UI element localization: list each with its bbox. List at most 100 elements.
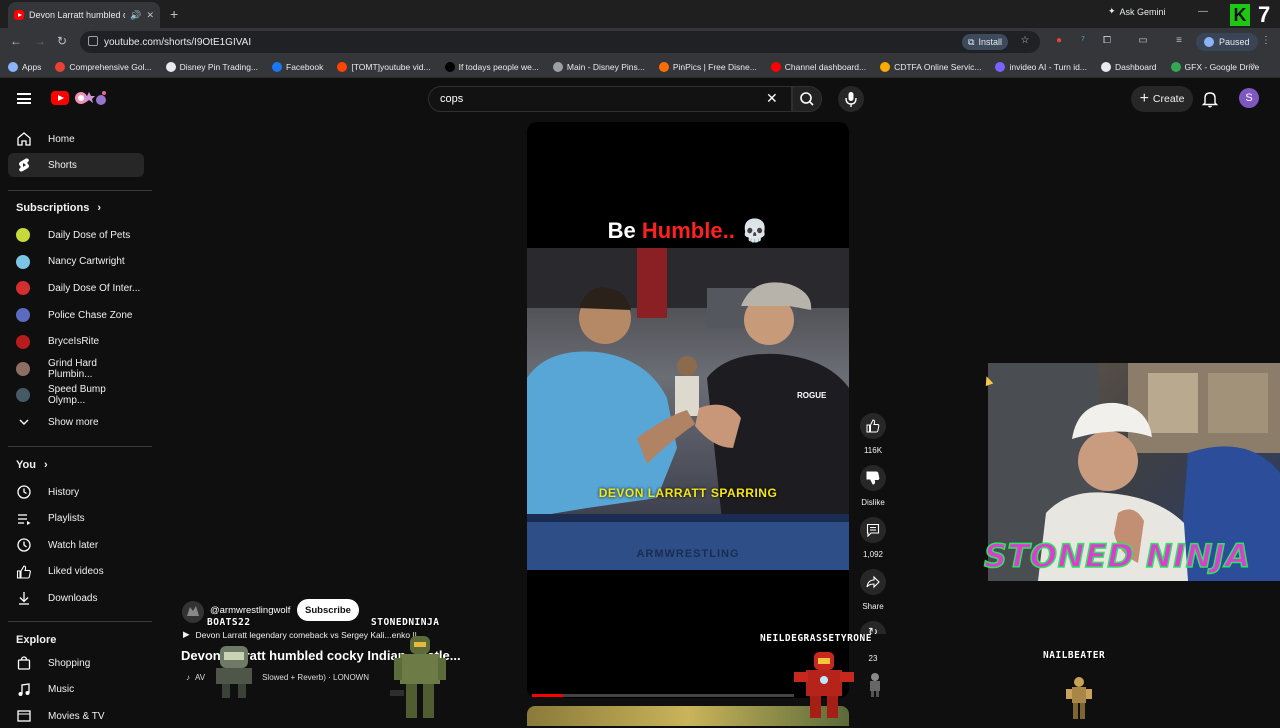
youtube-logo-icon[interactable] <box>51 91 69 105</box>
video-caption: DEVON LARRATT SPARRING <box>598 486 778 500</box>
url-text: youtube.com/shorts/I9OtE1GIVAI <box>104 36 252 48</box>
clear-search-icon[interactable]: ✕ <box>766 90 778 107</box>
subscription-channel-item[interactable]: Daily Dose of Pets <box>8 223 144 247</box>
bookmark-item[interactable]: If todays people we... <box>444 61 539 72</box>
channel-avatar-icon <box>16 334 30 349</box>
you-heading[interactable]: You › <box>16 459 48 471</box>
sidebar-item-movies[interactable]: Movies & TV <box>8 704 144 728</box>
speaker-icon[interactable]: 🔊 <box>130 10 141 21</box>
bookmarks-overflow-icon[interactable]: » <box>1250 60 1256 71</box>
history-icon <box>16 484 32 500</box>
sidebar-item-playlists[interactable]: Playlists <box>8 507 144 531</box>
subscription-label: Nancy Cartwright <box>48 256 125 268</box>
like-button[interactable] <box>860 413 886 439</box>
minimize-button[interactable]: — <box>1198 6 1208 17</box>
subscriptions-heading[interactable]: Subscriptions › <box>16 202 101 214</box>
bookmark-label: Apps <box>22 61 42 72</box>
channel-avatar-icon <box>16 308 30 323</box>
sidebar-item-label: History <box>48 486 80 498</box>
subscription-channel-item[interactable]: Daily Dose Of Inter... <box>8 276 144 300</box>
split-view-icon[interactable]: ▭ <box>1137 35 1149 47</box>
extension-blue-icon[interactable]: ⁷ <box>1077 35 1089 47</box>
sidebar-item-watch-later[interactable]: Watch later <box>8 533 144 557</box>
short-overlay-title: Be Humble.. 💀 <box>527 218 849 244</box>
site-info-icon[interactable] <box>88 36 98 46</box>
install-app-icon: ⧉ <box>968 36 975 47</box>
sidebar-item-history[interactable]: History <box>8 480 144 504</box>
profile-paused-button[interactable]: Paused <box>1196 33 1258 51</box>
menu-icon[interactable] <box>17 93 31 104</box>
subscribe-button[interactable]: Subscribe <box>297 599 359 621</box>
sidebar-item-label: Home <box>48 133 75 145</box>
subscription-channel-item[interactable]: Police Chase Zone <box>8 303 144 327</box>
install-label: Install <box>978 37 1002 47</box>
bookmark-item[interactable]: Main - Disney Pins... <box>552 61 645 72</box>
channel-handle[interactable]: @armwrestlingwolf <box>210 605 290 616</box>
comments-button[interactable] <box>860 517 886 543</box>
share-label: Share <box>862 602 884 611</box>
notifications-bell-icon[interactable] <box>1201 89 1219 109</box>
sidebar-item-like[interactable]: Liked videos <box>8 560 144 584</box>
account-avatar[interactable]: S <box>1239 88 1259 108</box>
sidebar-item-shorts[interactable]: Shorts <box>8 153 144 177</box>
bookmark-favicon-icon <box>272 61 283 72</box>
bookmark-item[interactable]: Channel dashboard... <box>770 61 866 72</box>
new-tab-button[interactable]: + <box>170 6 178 22</box>
browser-tab[interactable]: Devon Larratt humbled cocl 🔊 ✕ <box>8 2 160 28</box>
bookmark-item[interactable]: PinPics | Free Disne... <box>658 61 757 72</box>
subscription-channel-item[interactable]: Grind Hard Plumbin... <box>8 357 144 381</box>
extension-red-icon[interactable]: ● <box>1053 35 1065 47</box>
bookmark-item[interactable]: Apps <box>8 61 42 72</box>
bookmarks-bar: Apps Comprehensive Gol... Disney Pin Tradi… <box>0 56 1280 78</box>
subscription-channel-item[interactable]: BryceIsRite <box>8 330 144 354</box>
playlists-icon <box>16 511 32 527</box>
search-button[interactable] <box>792 86 822 112</box>
sidebar-item-label: Liked videos <box>48 566 104 578</box>
ask-gemini-button[interactable]: ✦ Ask Gemini <box>1108 6 1166 17</box>
bookmark-item[interactable]: CDTFA Online Servic... <box>880 61 981 72</box>
dislike-label: Dislike <box>861 498 885 507</box>
voice-search-button[interactable] <box>838 86 864 112</box>
bookmark-item[interactable]: GFX - Google Drive <box>1170 61 1259 72</box>
create-label: Create <box>1152 93 1185 105</box>
sidebar-item-shopping[interactable]: Shopping <box>8 651 144 675</box>
create-button[interactable]: + Create <box>1131 86 1193 112</box>
bookmark-item[interactable]: invideo AI - Turn id... <box>995 61 1087 72</box>
dislike-button[interactable] <box>860 465 886 491</box>
reload-icon[interactable]: ↻ <box>57 34 67 48</box>
install-button[interactable]: ⧉ Install <box>962 34 1008 50</box>
bookmark-item[interactable]: [TOMT]youtube vid... <box>337 61 431 72</box>
profile-status: Paused <box>1219 37 1250 47</box>
bookmark-label: Facebook <box>286 61 324 72</box>
bookmark-label: PinPics | Free Disne... <box>672 61 757 72</box>
subscription-channel-item[interactable]: Nancy Cartwright <box>8 250 144 274</box>
bookmark-star-icon[interactable]: ☆ <box>1019 35 1031 47</box>
show-more-button[interactable]: Show more <box>8 410 144 434</box>
search-input[interactable]: cops <box>428 86 792 112</box>
bookmark-item[interactable]: Facebook <box>272 61 324 72</box>
browser-menu-icon[interactable]: ⋮ <box>1260 35 1272 47</box>
back-arrow-icon[interactable]: ← <box>10 34 22 48</box>
share-button[interactable] <box>860 569 886 595</box>
extensions-puzzle-icon[interactable]: ⧠ <box>1101 35 1113 47</box>
video-progress-bar[interactable] <box>532 694 794 697</box>
reading-list-icon[interactable]: ≡ <box>1173 35 1185 47</box>
sidebar-item-music[interactable]: Music <box>8 678 144 702</box>
sidebar-item-download[interactable]: Downloads <box>8 586 144 610</box>
plus-icon: + <box>1139 90 1149 107</box>
short-video-player[interactable]: Be Humble.. 💀 ROGUE DEVON LARRATT SPARRI… <box>527 122 849 698</box>
bookmark-item[interactable]: Dashboard <box>1100 61 1157 72</box>
tab-close-icon[interactable]: ✕ <box>146 10 154 21</box>
channel-avatar[interactable] <box>182 601 204 623</box>
sidebar-item-home[interactable]: Home <box>8 127 144 151</box>
bookmark-label: Disney Pin Trading... <box>179 61 259 72</box>
address-bar[interactable]: youtube.com/shorts/I9OtE1GIVAI <box>80 31 1040 53</box>
forward-arrow-icon[interactable]: → <box>34 34 46 48</box>
subscription-channel-item[interactable]: Speed Bump Olymp... <box>8 383 144 407</box>
bookmark-item[interactable]: Disney Pin Trading... <box>165 61 259 72</box>
show-more-label: Show more <box>48 416 99 428</box>
comment-icon <box>866 523 880 537</box>
bookmark-favicon-icon <box>337 61 348 72</box>
sidebar-divider <box>8 190 152 191</box>
bookmark-item[interactable]: Comprehensive Gol... <box>55 61 152 72</box>
